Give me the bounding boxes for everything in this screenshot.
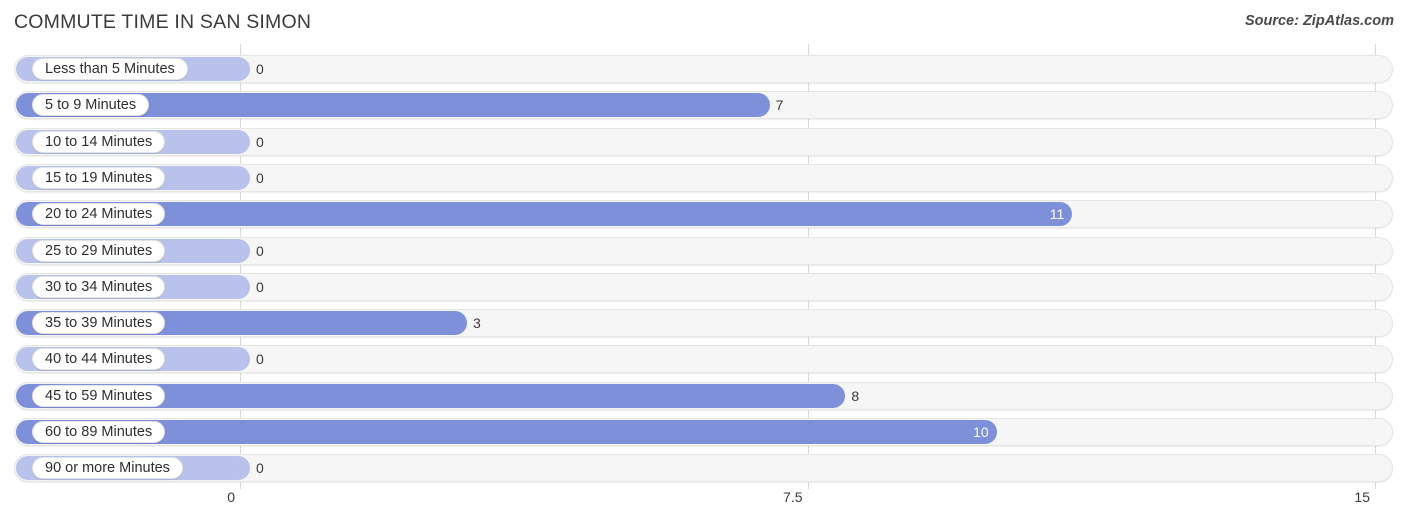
bar-category-label: 45 to 59 Minutes bbox=[32, 384, 166, 407]
axis-tick-label: 15 bbox=[1354, 489, 1370, 505]
bar-value-label: 11 bbox=[1049, 206, 1065, 223]
bar-category-label: 30 to 34 Minutes bbox=[32, 275, 166, 298]
bar-row[interactable]: 5 to 9 Minutes 7 bbox=[14, 91, 1393, 120]
bar-value-label: 0 bbox=[256, 133, 264, 150]
bar-category-label: 5 to 9 Minutes bbox=[32, 94, 150, 117]
bar-row[interactable]: 20 to 24 Minutes 11 bbox=[14, 200, 1393, 229]
bar-category-label: 90 or more Minutes bbox=[32, 457, 183, 480]
bar-category-label: 60 to 89 Minutes bbox=[32, 421, 166, 443]
bar-row[interactable]: 45 to 59 Minutes 8 bbox=[14, 381, 1393, 410]
bar-value-label: 7 bbox=[775, 97, 784, 114]
bar-value-label: 0 bbox=[256, 61, 264, 77]
x-axis: 0 7.5 15 bbox=[0, 487, 1406, 523]
bar-value-label: 0 bbox=[256, 351, 264, 368]
bar-row[interactable]: 90 or more Minutes 0 bbox=[14, 454, 1393, 483]
bar-row[interactable]: Less than 5 Minutes 0 bbox=[14, 55, 1393, 83]
bar-category-label: 25 to 29 Minutes bbox=[32, 239, 166, 262]
bar-row[interactable]: 30 to 34 Minutes 0 bbox=[14, 272, 1393, 301]
bar-row[interactable]: 10 to 14 Minutes 0 bbox=[14, 127, 1393, 156]
bar-row[interactable]: 25 to 29 Minutes 0 bbox=[14, 236, 1393, 265]
axis-tick-label: 7.5 bbox=[783, 489, 803, 505]
bar-row[interactable]: 35 to 39 Minutes 3 bbox=[14, 309, 1393, 338]
bar-row[interactable]: 15 to 19 Minutes 0 bbox=[14, 163, 1393, 192]
bar-row[interactable]: 40 to 44 Minutes 0 bbox=[14, 345, 1393, 374]
bar-category-label: Less than 5 Minutes bbox=[32, 58, 188, 80]
page-title: COMMUTE TIME IN SAN SIMON bbox=[14, 11, 312, 33]
bar-category-label: 20 to 24 Minutes bbox=[32, 203, 166, 226]
bar-category-label: 15 to 19 Minutes bbox=[32, 166, 166, 189]
bar-value-label: 3 bbox=[473, 315, 481, 332]
bar-category-label: 40 to 44 Minutes bbox=[32, 348, 166, 371]
bar-value-label: 0 bbox=[256, 278, 264, 295]
bar-fill bbox=[16, 202, 1073, 227]
source-attribution: Source: ZipAtlas.com bbox=[1244, 13, 1394, 29]
axis-tick-label: 0 bbox=[227, 489, 235, 505]
bar-value-label: 8 bbox=[851, 387, 860, 404]
bar-category-label: 10 to 14 Minutes bbox=[32, 130, 166, 153]
bar-value-label: 0 bbox=[256, 460, 264, 477]
bar-value-label: 0 bbox=[256, 242, 264, 259]
bar-category-label: 35 to 39 Minutes bbox=[32, 312, 166, 335]
bar-value-label: 10 bbox=[973, 424, 989, 440]
chart-plot-area: Less than 5 Minutes 0 5 to 9 Minutes 7 10 to… bbox=[0, 44, 1406, 489]
chart-header: COMMUTE TIME IN SAN SIMON Source: ZipAtl… bbox=[0, 0, 1406, 44]
bar-row[interactable]: 60 to 89 Minutes 10 bbox=[14, 418, 1393, 446]
bar-value-label: 0 bbox=[256, 169, 264, 186]
